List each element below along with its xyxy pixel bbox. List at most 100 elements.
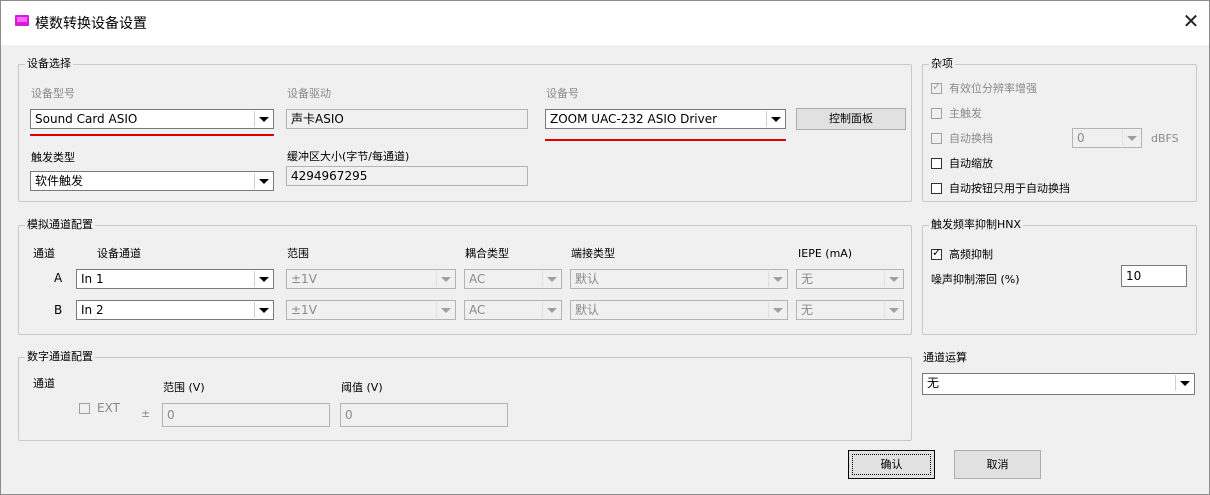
chevron-down-icon[interactable]: [884, 302, 902, 318]
title-bar: 模数转换设备设置 ✕: [1, 1, 1209, 45]
channel-a-coupling-value: AC: [469, 272, 486, 286]
channel-b-terminal-value: 默认: [575, 303, 600, 317]
ok-button[interactable]: 确认: [848, 450, 935, 479]
buffer-value: 4294967295: [291, 169, 368, 183]
chevron-down-icon[interactable]: [1122, 130, 1140, 146]
chevron-down-icon[interactable]: [1175, 375, 1193, 391]
auto-scale-checkbox[interactable]: [931, 158, 942, 169]
digital-legend: 数字通道配置: [25, 350, 95, 364]
auto-range-checkbox[interactable]: [931, 133, 942, 144]
channel-calc-value: 无: [927, 376, 940, 390]
digital-range-value: 0: [167, 408, 175, 422]
chevron-down-icon[interactable]: [436, 302, 454, 318]
chevron-down-icon[interactable]: [768, 271, 786, 287]
channel-a-terminal-value: 默认: [575, 272, 600, 286]
channel-a-device-select[interactable]: In 1: [76, 269, 274, 289]
chevron-down-icon[interactable]: [884, 271, 902, 287]
chevron-down-icon[interactable]: [542, 271, 560, 287]
device-select-legend: 设备选择: [25, 57, 73, 71]
trigger-type-value: 软件触发: [35, 174, 84, 188]
master-trigger-label: 主触发: [949, 107, 982, 120]
driver-value: 声卡ASIO: [291, 112, 344, 126]
analog-header-terminal: 端接类型: [571, 247, 615, 260]
noise-value: 10: [1126, 269, 1142, 283]
model-select[interactable]: Sound Card ASIO: [30, 109, 274, 129]
auto-range-select[interactable]: 0: [1072, 128, 1142, 148]
model-select-value: Sound Card ASIO: [35, 112, 138, 126]
digital-channel-label: 通道: [33, 377, 55, 390]
channel-b-coupling-value: AC: [469, 303, 486, 317]
channel-a-terminal-select[interactable]: 默认: [570, 269, 788, 289]
analog-legend: 模拟通道配置: [25, 218, 95, 232]
digital-threshold-input[interactable]: 0: [340, 403, 508, 427]
channel-b-range-value: ±1V: [291, 303, 317, 317]
hf-reject-checkbox[interactable]: ✓: [931, 247, 942, 260]
digital-range-label: 范围 (V): [163, 381, 205, 394]
channel-a-label: A: [54, 271, 63, 285]
buffer-field: 4294967295: [286, 166, 528, 186]
device-no-select[interactable]: ZOOM UAC-232 ASIO Driver: [545, 109, 786, 129]
control-panel-button[interactable]: 控制面板: [796, 108, 906, 130]
analog-header-range: 范围: [287, 247, 309, 260]
analog-header-iepe: IEPE (mA): [798, 247, 853, 260]
channel-b-coupling-select[interactable]: AC: [464, 300, 562, 320]
channel-b-iepe-select[interactable]: 无: [796, 300, 904, 320]
channel-b-iepe-value: 无: [801, 303, 814, 317]
cancel-button[interactable]: 取消: [954, 450, 1041, 479]
analog-header-channel: 通道: [33, 247, 55, 260]
trigger-type-label: 触发类型: [31, 151, 75, 164]
chevron-down-icon[interactable]: [254, 173, 272, 189]
channel-b-label: B: [54, 303, 63, 317]
app-icon: [15, 15, 29, 26]
auto-range-unit: dBFS: [1151, 132, 1179, 145]
ext-label: EXT: [97, 401, 120, 415]
effective-bits-checkbox[interactable]: ✓: [931, 81, 942, 94]
digital-threshold-value: 0: [345, 408, 353, 422]
auto-range-value: 0: [1077, 131, 1085, 145]
close-icon[interactable]: ✕: [1181, 11, 1201, 31]
trigger-hnx-legend: 触发频率抑制HNX: [929, 218, 1024, 232]
device-no-label: 设备号: [546, 87, 579, 100]
noise-input[interactable]: 10: [1121, 265, 1187, 287]
channel-b-terminal-select[interactable]: 默认: [570, 300, 788, 320]
analog-header-device-channel: 设备通道: [97, 247, 141, 260]
dialog-window: 模数转换设备设置 ✕ 设备选择 设备型号 Sound Card ASIO 设备驱…: [0, 0, 1210, 495]
chevron-down-icon[interactable]: [768, 302, 786, 318]
channel-a-device-value: In 1: [81, 272, 104, 286]
channel-b-device-select[interactable]: In 2: [76, 300, 274, 320]
driver-field: 声卡ASIO: [286, 109, 528, 129]
auto-scale-label: 自动缩放: [949, 157, 993, 170]
ext-checkbox[interactable]: [79, 403, 90, 414]
channel-a-range-select[interactable]: ±1V: [286, 269, 456, 289]
auto-range-label: 自动换档: [949, 132, 993, 145]
window-title: 模数转换设备设置: [35, 16, 147, 32]
digital-range-input[interactable]: 0: [162, 403, 330, 427]
channel-a-iepe-select[interactable]: 无: [796, 269, 904, 289]
channel-b-range-select[interactable]: ±1V: [286, 300, 456, 320]
chevron-down-icon[interactable]: [436, 271, 454, 287]
channel-calc-select[interactable]: 无: [922, 373, 1195, 395]
noise-label: 噪声抑制滞回 (%): [931, 273, 1020, 286]
chevron-down-icon[interactable]: [254, 271, 272, 287]
driver-label: 设备驱动: [287, 87, 331, 100]
master-trigger-checkbox[interactable]: [931, 108, 942, 119]
chevron-down-icon[interactable]: [254, 302, 272, 318]
channel-a-range-value: ±1V: [291, 272, 317, 286]
plus-minus-label: ±: [141, 407, 151, 420]
auto-button-label: 自动按钮只用于自动换挡: [949, 182, 1070, 195]
channel-b-device-value: In 2: [81, 303, 104, 317]
auto-button-checkbox[interactable]: [931, 183, 942, 194]
chevron-down-icon[interactable]: [254, 111, 272, 127]
hf-reject-label: 高频抑制: [949, 248, 993, 261]
model-label: 设备型号: [31, 87, 75, 100]
chevron-down-icon[interactable]: [766, 111, 784, 127]
effective-bits-label: 有效位分辨率增强: [949, 82, 1037, 95]
channel-a-coupling-select[interactable]: AC: [464, 269, 562, 289]
chevron-down-icon[interactable]: [542, 302, 560, 318]
trigger-type-select[interactable]: 软件触发: [30, 171, 274, 191]
device-no-underline: [545, 139, 786, 141]
device-no-select-value: ZOOM UAC-232 ASIO Driver: [550, 112, 718, 126]
analog-header-coupling: 耦合类型: [465, 247, 509, 260]
buffer-label: 缓冲区大小(字节/每通道): [287, 150, 410, 163]
misc-legend: 杂项: [929, 57, 955, 71]
